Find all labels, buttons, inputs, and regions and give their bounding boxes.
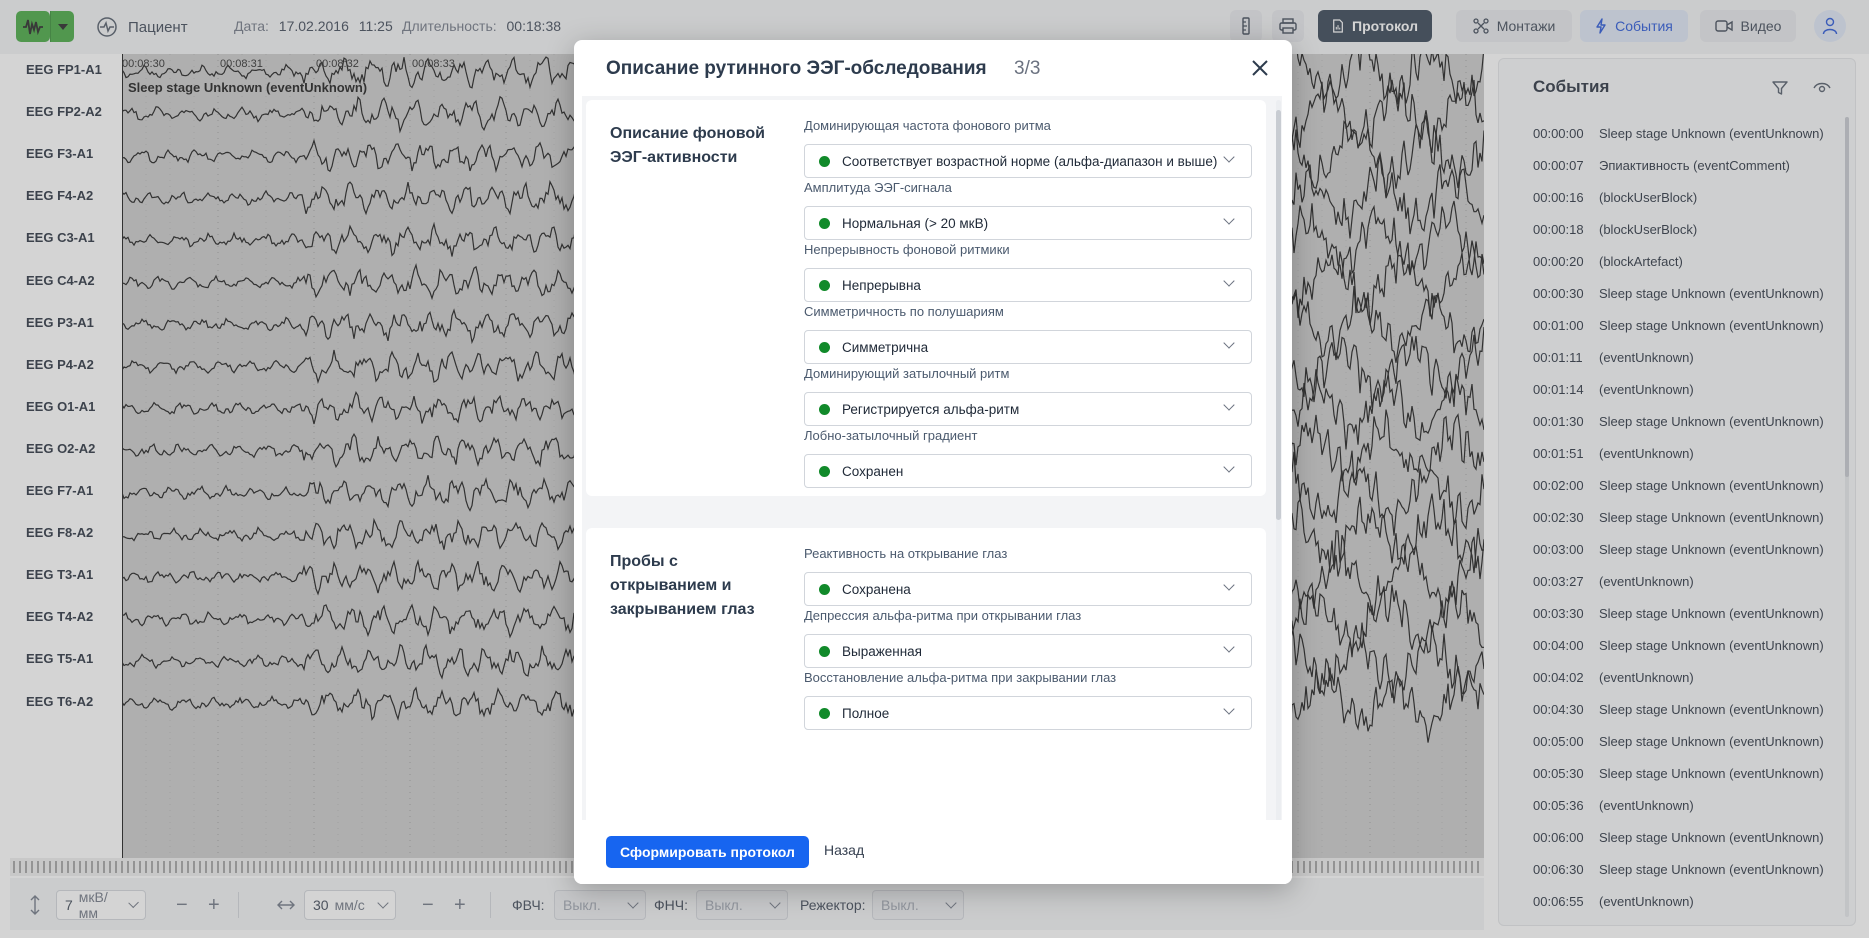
report-field: Лобно-затылочный градиент Сохранен: [804, 428, 1252, 488]
field-label: Доминирующий затылочный ритм: [804, 366, 1010, 381]
report-field: Непрерывность фоновой ритмики Непрерывна: [804, 242, 1252, 302]
report-field: Реактивность на открывание глаз Сохранена: [804, 546, 1252, 606]
report-section: Пробы с открыванием и закрыванием глаз Ре…: [586, 528, 1266, 860]
field-value: Нормальная (> 20 мкВ): [842, 215, 989, 231]
status-dot-icon: [819, 155, 830, 167]
field-label: Симметричность по полушариям: [804, 304, 1004, 319]
field-select[interactable]: Выраженная: [804, 634, 1252, 668]
status-dot-icon: [819, 645, 830, 657]
status-dot-icon: [819, 583, 830, 595]
back-button[interactable]: Назад: [824, 842, 864, 858]
field-value: Непрерывна: [842, 277, 921, 293]
status-dot-icon: [819, 465, 830, 477]
section-title: Пробы с открыванием и закрыванием глаз: [610, 553, 755, 618]
field-value: Регистрируется альфа-ритм: [842, 401, 1020, 417]
field-value: Сохранена: [842, 581, 911, 597]
report-field: Восстановление альфа-ритма при закрывани…: [804, 670, 1252, 730]
field-value: Соответствует возрастной норме (альфа-ди…: [842, 153, 1218, 169]
dialog-footer: Сформировать протокол Назад: [574, 820, 1292, 884]
chevron-down-icon: [1223, 213, 1235, 225]
chevron-down-icon: [1223, 703, 1235, 715]
report-field: Амплитуда ЭЭГ-сигнала Нормальная (> 20 мк…: [804, 180, 1252, 240]
field-select[interactable]: Нормальная (> 20 мкВ): [804, 206, 1252, 240]
field-label: Депрессия альфа-ритма при открывании гла…: [804, 608, 1082, 623]
dialog-scrollbar[interactable]: [1274, 100, 1282, 860]
dialog-step-indicator: 3/3: [1014, 58, 1041, 79]
field-label: Восстановление альфа-ритма при закрывани…: [804, 670, 1117, 685]
chevron-down-icon: [1223, 399, 1235, 411]
chevron-down-icon: [1223, 641, 1235, 653]
field-label: Непрерывность фоновой ритмики: [804, 242, 1010, 257]
field-label: Доминирующая частота фонового ритма: [804, 118, 1051, 133]
chevron-down-icon: [1223, 151, 1235, 163]
field-value: Полное: [842, 705, 890, 721]
field-select[interactable]: Симметрична: [804, 330, 1252, 364]
chevron-down-icon: [1223, 337, 1235, 349]
status-dot-icon: [819, 279, 830, 291]
field-select[interactable]: Сохранена: [804, 572, 1252, 606]
report-field: Доминирующий затылочный ритм Регистрирует…: [804, 366, 1252, 426]
field-label: Реактивность на открывание глаз: [804, 546, 1008, 561]
field-value: Симметрична: [842, 339, 929, 355]
chevron-down-icon: [1223, 461, 1235, 473]
chevron-down-icon: [1223, 579, 1235, 591]
chevron-down-icon: [1223, 275, 1235, 287]
report-field: Доминирующая частота фонового ритма Соотв…: [804, 118, 1252, 178]
dialog-body[interactable]: Описание фоновой ЭЭГ-активности Доминирую…: [582, 96, 1282, 860]
field-label: Амплитуда ЭЭГ-сигнала: [804, 180, 952, 195]
scrollbar-thumb[interactable]: [1276, 110, 1281, 520]
dialog-header: Описание рутинного ЭЭГ-обследования 3/3: [574, 40, 1292, 96]
status-dot-icon: [819, 341, 830, 353]
report-field: Симметричность по полушариям Симметрична: [804, 304, 1252, 364]
field-value: Сохранен: [842, 463, 904, 479]
generate-protocol-button[interactable]: Сформировать протокол: [606, 836, 809, 868]
field-select[interactable]: Регистрируется альфа-ритм: [804, 392, 1252, 426]
section-title: Описание фоновой ЭЭГ-активности: [610, 125, 766, 166]
field-value: Выраженная: [842, 643, 922, 659]
report-field: Депрессия альфа-ритма при открывании гла…: [804, 608, 1252, 668]
field-select[interactable]: Сохранен: [804, 454, 1252, 488]
status-dot-icon: [819, 403, 830, 415]
field-label: Лобно-затылочный градиент: [804, 428, 978, 443]
eeg-report-dialog: Описание рутинного ЭЭГ-обследования 3/3 …: [574, 40, 1292, 884]
dialog-title: Описание рутинного ЭЭГ-обследования: [606, 58, 987, 79]
close-icon: [1252, 60, 1268, 76]
dialog-close-button[interactable]: [1246, 54, 1274, 82]
field-select[interactable]: Полное: [804, 696, 1252, 730]
report-section: Описание фоновой ЭЭГ-активности Доминирую…: [586, 100, 1266, 496]
status-dot-icon: [819, 217, 830, 229]
status-dot-icon: [819, 707, 830, 719]
field-select[interactable]: Непрерывна: [804, 268, 1252, 302]
field-select[interactable]: Соответствует возрастной норме (альфа-ди…: [804, 144, 1252, 178]
